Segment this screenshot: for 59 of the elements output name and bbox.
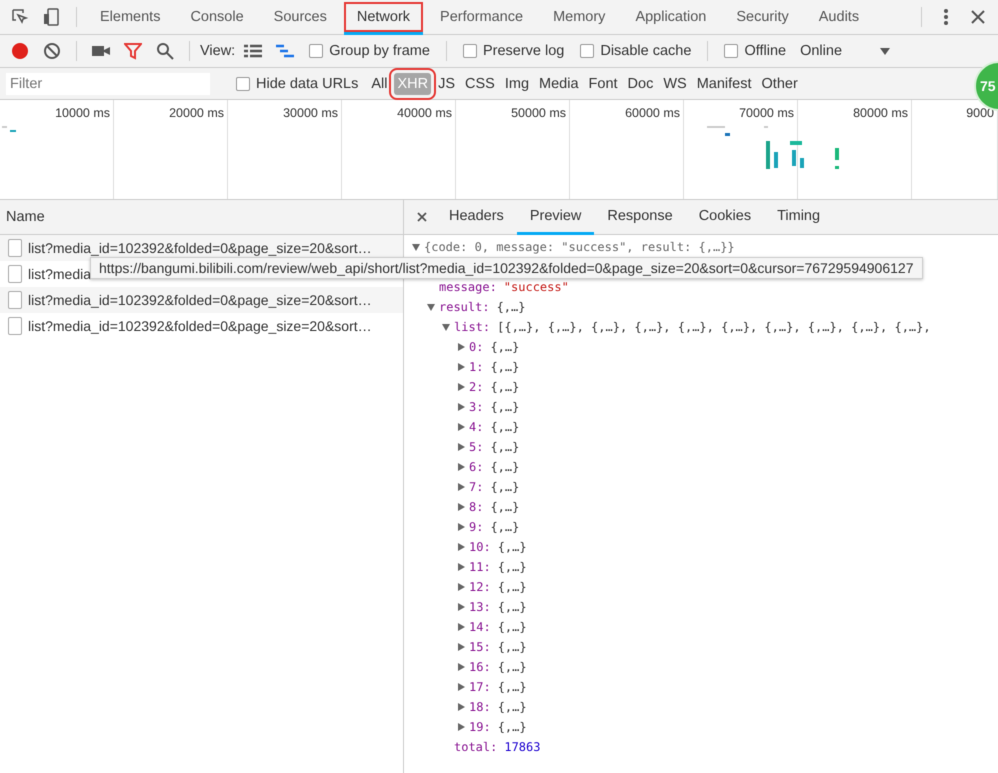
json-key: 6:: [469, 460, 484, 474]
json-value: {,…}: [498, 720, 527, 734]
json-value: {,…}: [498, 680, 527, 694]
json-value: [{,…}, {,…}, {,…}, {,…}, {,…}, {,…}, {,…}, {,…}, {,…}, {,…},: [497, 320, 931, 334]
json-key: 1:: [469, 360, 484, 374]
json-summary: {code: 0, message: "success", result: {,…}}: [424, 240, 735, 254]
time-tick-label: 70000 ms: [739, 106, 794, 122]
json-key: 15:: [469, 640, 491, 654]
json-value: {,…}: [490, 440, 520, 454]
json-key: 11:: [469, 560, 491, 574]
json-value: {,…}: [498, 660, 527, 674]
url-tooltip: https://bangumi.bilibili.com/review/web_api/short/list?media_id=102392&folded=0&page_size=20&sort=0&cursor=76729594906127: [90, 257, 922, 279]
json-value: {,…}: [490, 480, 520, 494]
json-key: 3:: [469, 400, 484, 414]
json-value: {,…}: [496, 300, 526, 314]
json-value: {,…}: [490, 340, 520, 354]
json-value: {,…}: [490, 420, 520, 434]
json-key: 13:: [469, 600, 491, 614]
json-value: "success": [504, 280, 569, 294]
json-key: 19:: [469, 720, 491, 734]
time-tick-label: 10000 ms: [55, 106, 110, 122]
json-value: {,…}: [498, 640, 527, 654]
json-key: 14:: [469, 620, 491, 634]
json-key: result:: [439, 300, 490, 314]
json-value: {,…}: [490, 460, 520, 474]
time-tick-label: 60000 ms: [625, 106, 680, 122]
json-value: {,…}: [490, 400, 520, 414]
json-key: list:: [454, 320, 490, 334]
json-key: message:: [439, 280, 497, 294]
json-value: {,…}: [490, 500, 520, 514]
json-key: 7:: [469, 480, 484, 494]
time-tick-label: 30000 ms: [283, 106, 338, 122]
time-tick-label: 20000 ms: [169, 106, 224, 122]
json-key: 5:: [469, 440, 484, 454]
view-label: View:: [200, 43, 236, 59]
time-tick-label: 50000 ms: [511, 106, 566, 122]
json-key: 18:: [469, 700, 491, 714]
json-key: 10:: [469, 540, 491, 554]
json-value: {,…}: [490, 360, 520, 374]
json-key: total:: [454, 740, 498, 754]
json-value: {,…}: [490, 520, 520, 534]
json-value: {,…}: [490, 380, 520, 394]
json-value: 17863: [504, 740, 540, 754]
json-key: 9:: [469, 520, 484, 534]
json-key: 2:: [469, 380, 484, 394]
json-value: {,…}: [498, 560, 527, 574]
time-tick-label: 40000 ms: [397, 106, 452, 122]
json-value: {,…}: [498, 600, 527, 614]
json-key: 12:: [469, 580, 491, 594]
json-value: {,…}: [498, 620, 527, 634]
json-value: {,…}: [498, 700, 527, 714]
json-key: 16:: [469, 660, 491, 674]
json-key: 17:: [469, 680, 491, 694]
json-key: 8:: [469, 500, 484, 514]
json-key: 4:: [469, 420, 484, 434]
json-value: {,…}: [498, 580, 527, 594]
json-key: 0:: [469, 340, 484, 354]
json-value: {,…}: [498, 540, 527, 554]
time-tick-label: 80000 ms: [853, 106, 908, 122]
